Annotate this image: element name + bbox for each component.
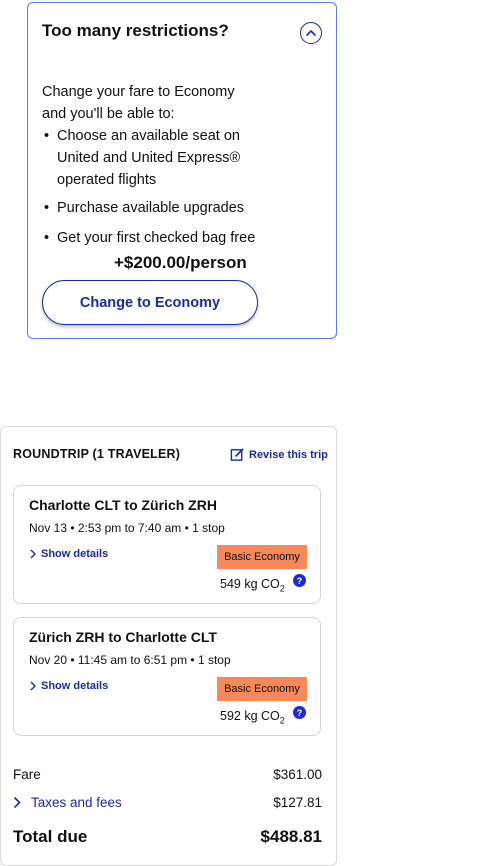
benefit-item: Purchase available upgrades bbox=[42, 197, 302, 219]
flight-route: Zürich ZRH to Charlotte CLT bbox=[29, 629, 217, 645]
co2-value: 549 kg CO bbox=[220, 577, 280, 591]
total-row: Total due $488.81 bbox=[13, 827, 322, 847]
total-value: $488.81 bbox=[260, 827, 322, 846]
show-details-label: Show details bbox=[41, 680, 109, 692]
benefit-list: Choose an available seat on United and U… bbox=[42, 125, 302, 249]
fare-class-badge: Basic Economy bbox=[217, 677, 307, 701]
flight-route: Charlotte CLT to Zürich ZRH bbox=[29, 497, 217, 513]
chevron-right-icon bbox=[13, 796, 21, 809]
edit-icon bbox=[230, 448, 244, 461]
chevron-up-circle-icon[interactable] bbox=[300, 22, 322, 44]
change-to-economy-button[interactable]: Change to Economy bbox=[42, 280, 258, 325]
fare-class-badge: Basic Economy bbox=[217, 545, 307, 569]
taxes-value: $127.81 bbox=[273, 795, 322, 810]
flight-schedule: Nov 13 • 2:53 pm to 7:40 am • 1 stop bbox=[29, 521, 225, 535]
taxes-and-fees-link[interactable]: Taxes and fees bbox=[13, 795, 122, 810]
fare-row: Fare $361.00 bbox=[13, 767, 322, 782]
show-details-link[interactable]: Show details bbox=[29, 680, 108, 692]
chevron-right-icon bbox=[30, 681, 36, 691]
trip-heading: ROUNDTRIP (1 TRAVELER) bbox=[13, 447, 181, 461]
co2-subscript: 2 bbox=[279, 715, 285, 726]
flight-card-outbound: Charlotte CLT to Zürich ZRH Nov 13 • 2:5… bbox=[13, 485, 321, 604]
show-details-label: Show details bbox=[41, 548, 109, 560]
flight-card-return: Zürich ZRH to Charlotte CLT Nov 20 • 11:… bbox=[13, 617, 321, 736]
taxes-row: Taxes and fees $127.81 bbox=[13, 795, 322, 810]
fare-label: Fare bbox=[13, 767, 41, 782]
co2-emissions: 592 kg CO2 bbox=[220, 709, 285, 726]
upsell-intro: Change your fare to Economy and you'll b… bbox=[42, 84, 235, 122]
upsell-title: Too many restrictions? bbox=[42, 21, 229, 40]
revise-trip-label: Revise this trip bbox=[249, 448, 328, 461]
trip-summary-card: ROUNDTRIP (1 TRAVELER) Revise this trip … bbox=[0, 426, 337, 866]
flight-schedule: Nov 20 • 11:45 am to 6:51 pm • 1 stop bbox=[29, 653, 231, 667]
benefit-item: Choose an available seat on United and U… bbox=[42, 125, 242, 191]
fare-upsell-card: Too many restrictions? Change your fare … bbox=[27, 2, 337, 339]
fare-value: $361.00 bbox=[273, 767, 322, 782]
help-icon[interactable]: ? bbox=[293, 706, 306, 719]
revise-trip-link[interactable]: Revise this trip bbox=[230, 447, 328, 462]
upsell-price: +$200.00/person bbox=[114, 253, 247, 272]
benefit-item: Get your first checked bag free bbox=[42, 227, 302, 249]
show-details-link[interactable]: Show details bbox=[29, 548, 108, 560]
total-label: Total due bbox=[13, 827, 88, 846]
chevron-right-icon bbox=[30, 549, 36, 559]
co2-subscript: 2 bbox=[279, 583, 285, 594]
co2-emissions: 549 kg CO2 bbox=[220, 577, 285, 594]
help-icon[interactable]: ? bbox=[293, 574, 306, 587]
co2-value: 592 kg CO bbox=[220, 709, 280, 723]
taxes-label: Taxes and fees bbox=[31, 795, 122, 810]
